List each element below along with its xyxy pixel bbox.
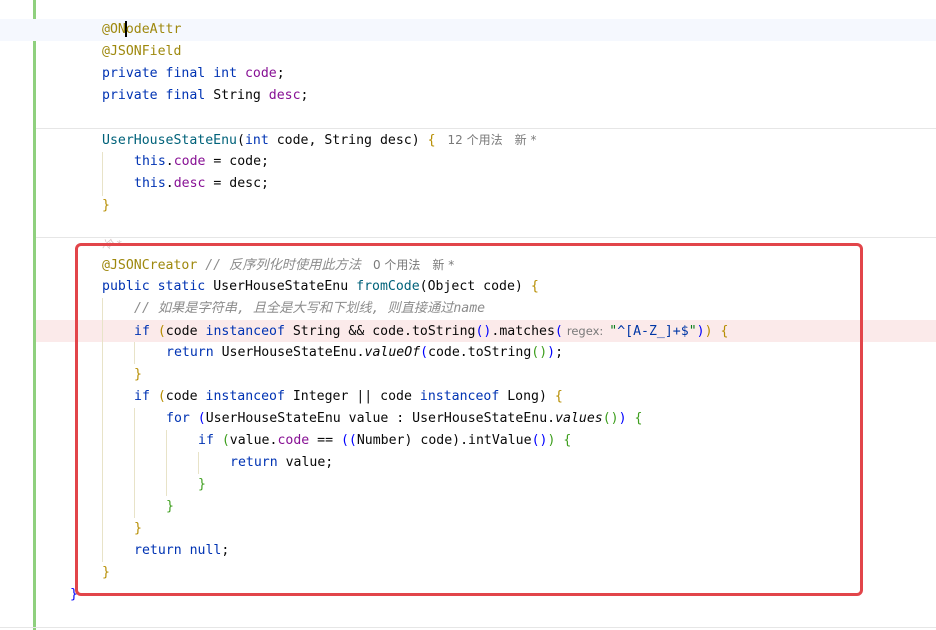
type-name: String (213, 88, 261, 103)
punct: ; (300, 88, 309, 103)
field-code: code (173, 154, 206, 169)
code-line[interactable]: this.code = code; (134, 151, 269, 173)
keyword: private (102, 66, 158, 81)
code-line[interactable]: private final int code; (102, 63, 285, 85)
code-line[interactable]: this.desc = desc; (134, 173, 269, 195)
field-code: code (244, 66, 277, 81)
brace: } (102, 198, 110, 213)
field-desc: desc (268, 88, 301, 103)
punct: . (165, 154, 174, 169)
code-line[interactable]: UserHouseStateEnu(int code, String desc)… (102, 129, 536, 151)
punct: . (165, 176, 174, 191)
annotation-part-a: @ON (102, 22, 126, 37)
code-line[interactable]: } (102, 195, 110, 217)
annotation-part-b: odeAttr (125, 22, 182, 37)
usages-hint[interactable]: 12 个用法 (448, 133, 503, 147)
assign: = desc; (205, 176, 270, 191)
editor-bottom-border (0, 627, 936, 628)
field-desc: desc (173, 176, 206, 191)
brace: { (427, 133, 436, 148)
assign: = code; (205, 154, 270, 169)
constructor-name: UserHouseStateEnu (102, 133, 237, 148)
author-hint[interactable]: 新 * (515, 133, 537, 147)
keyword: int (213, 66, 238, 81)
keyword: this (134, 176, 166, 191)
code-line[interactable]: @JSONField (102, 41, 181, 63)
vcs-change-marker (33, 0, 36, 630)
code-line[interactable]: @ONodeAttr (102, 19, 181, 41)
keyword: final (165, 88, 206, 103)
param: code, (276, 133, 325, 148)
keyword: this (134, 154, 166, 169)
type-name: String (324, 133, 372, 148)
code-line[interactable]: private final String desc; (102, 85, 309, 107)
annotation-json-field: @JSONField (102, 44, 182, 59)
indent-guide (102, 152, 103, 196)
highlight-box (75, 243, 863, 596)
keyword: private (102, 88, 158, 103)
method-separator (36, 237, 936, 238)
param: desc) (372, 133, 428, 148)
keyword: final (165, 66, 206, 81)
keyword: int (244, 133, 269, 148)
punct: ; (276, 66, 285, 81)
punct: ( (236, 133, 245, 148)
annotation-onode-attr: @ONodeAttr (102, 21, 182, 37)
